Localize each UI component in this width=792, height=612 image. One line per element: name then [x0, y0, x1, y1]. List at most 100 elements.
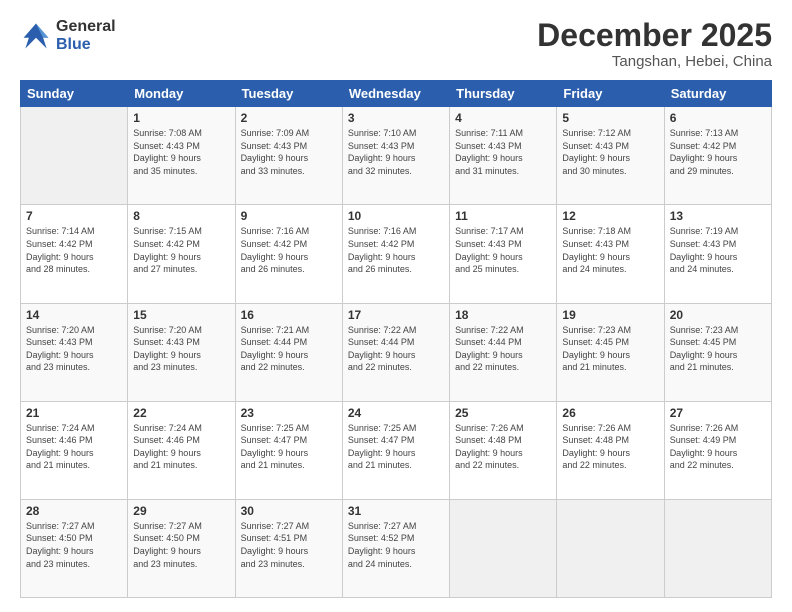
day-number: 14: [26, 308, 122, 322]
calendar-cell: 11 Sunrise: 7:17 AMSunset: 4:43 PMDayligh…: [450, 205, 557, 303]
calendar-cell: 5 Sunrise: 7:12 AMSunset: 4:43 PMDaylight…: [557, 107, 664, 205]
week-row-4: 28 Sunrise: 7:27 AMSunset: 4:50 PMDayligh…: [21, 499, 772, 597]
logo-text: General Blue: [56, 18, 116, 53]
cell-info: Sunrise: 7:21 AMSunset: 4:44 PMDaylight:…: [241, 324, 337, 374]
calendar-cell: 29 Sunrise: 7:27 AMSunset: 4:50 PMDayligh…: [128, 499, 235, 597]
cell-info: Sunrise: 7:27 AMSunset: 4:50 PMDaylight:…: [133, 520, 229, 570]
calendar-cell: 16 Sunrise: 7:21 AMSunset: 4:44 PMDayligh…: [235, 303, 342, 401]
cell-info: Sunrise: 7:14 AMSunset: 4:42 PMDaylight:…: [26, 225, 122, 275]
main-title: December 2025: [537, 18, 772, 53]
subtitle: Tangshan, Hebei, China: [537, 53, 772, 70]
day-number: 5: [562, 111, 658, 125]
cell-info: Sunrise: 7:26 AMSunset: 4:48 PMDaylight:…: [455, 422, 551, 472]
logo-icon: [20, 20, 52, 52]
day-number: 16: [241, 308, 337, 322]
calendar-cell: 23Sunrise: 7:25 AMSunset: 4:47 PMDayligh…: [235, 401, 342, 499]
weekday-header-saturday: Saturday: [664, 81, 771, 107]
day-number: 28: [26, 504, 122, 518]
day-number: 4: [455, 111, 551, 125]
cell-info: Sunrise: 7:19 AMSunset: 4:43 PMDaylight:…: [670, 225, 766, 275]
day-number: 7: [26, 209, 122, 223]
day-number: 27: [670, 406, 766, 420]
cell-info: Sunrise: 7:20 AMSunset: 4:43 PMDaylight:…: [133, 324, 229, 374]
cell-info: Sunrise: 7:22 AMSunset: 4:44 PMDaylight:…: [455, 324, 551, 374]
calendar-cell: 8Sunrise: 7:15 AMSunset: 4:42 PMDaylight…: [128, 205, 235, 303]
cell-info: Sunrise: 7:22 AMSunset: 4:44 PMDaylight:…: [348, 324, 444, 374]
calendar-cell: 2Sunrise: 7:09 AMSunset: 4:43 PMDaylight…: [235, 107, 342, 205]
day-number: 20: [670, 308, 766, 322]
logo-general: General: [56, 18, 116, 36]
calendar-cell: 28Sunrise: 7:27 AMSunset: 4:50 PMDayligh…: [21, 499, 128, 597]
cell-info: Sunrise: 7:11 AMSunset: 4:43 PMDaylight:…: [455, 127, 551, 177]
day-number: 24: [348, 406, 444, 420]
day-number: 13: [670, 209, 766, 223]
cell-info: Sunrise: 7:16 AMSunset: 4:42 PMDaylight:…: [348, 225, 444, 275]
header: General Blue December 2025 Tangshan, Heb…: [20, 18, 772, 70]
calendar-cell: 6Sunrise: 7:13 AMSunset: 4:42 PMDaylight…: [664, 107, 771, 205]
cell-info: Sunrise: 7:26 AMSunset: 4:49 PMDaylight:…: [670, 422, 766, 472]
calendar-cell: 7 Sunrise: 7:14 AMSunset: 4:42 PMDaylight…: [21, 205, 128, 303]
day-number: 10: [348, 209, 444, 223]
cell-info: Sunrise: 7:08 AMSunset: 4:43 PMDaylight:…: [133, 127, 229, 177]
day-number: 3: [348, 111, 444, 125]
cell-info: Sunrise: 7:27 AMSunset: 4:52 PMDaylight:…: [348, 520, 444, 570]
calendar-table: SundayMondayTuesdayWednesdayThursdayFrid…: [20, 80, 772, 598]
weekday-header-tuesday: Tuesday: [235, 81, 342, 107]
day-number: 21: [26, 406, 122, 420]
calendar-cell: 9 Sunrise: 7:16 AMSunset: 4:42 PMDaylight…: [235, 205, 342, 303]
cell-info: Sunrise: 7:10 AMSunset: 4:43 PMDaylight:…: [348, 127, 444, 177]
page: General Blue December 2025 Tangshan, Heb…: [0, 0, 792, 612]
calendar-cell: 3 Sunrise: 7:10 AMSunset: 4:43 PMDaylight…: [342, 107, 449, 205]
cell-info: Sunrise: 7:12 AMSunset: 4:43 PMDaylight:…: [562, 127, 658, 177]
calendar-cell: 4 Sunrise: 7:11 AMSunset: 4:43 PMDaylight…: [450, 107, 557, 205]
logo: General Blue: [20, 18, 116, 53]
calendar-cell: 22Sunrise: 7:24 AMSunset: 4:46 PMDayligh…: [128, 401, 235, 499]
cell-info: Sunrise: 7:13 AMSunset: 4:42 PMDaylight:…: [670, 127, 766, 177]
day-number: 17: [348, 308, 444, 322]
calendar-cell: 27 Sunrise: 7:26 AMSunset: 4:49 PMDayligh…: [664, 401, 771, 499]
calendar-cell: 19 Sunrise: 7:23 AMSunset: 4:45 PMDayligh…: [557, 303, 664, 401]
cell-info: Sunrise: 7:17 AMSunset: 4:43 PMDaylight:…: [455, 225, 551, 275]
day-number: 19: [562, 308, 658, 322]
day-number: 29: [133, 504, 229, 518]
week-row-0: 1 Sunrise: 7:08 AMSunset: 4:43 PMDaylight…: [21, 107, 772, 205]
logo-blue-text: Blue: [56, 36, 116, 54]
calendar-cell: 12 Sunrise: 7:18 AMSunset: 4:43 PMDayligh…: [557, 205, 664, 303]
calendar-cell: 31 Sunrise: 7:27 AMSunset: 4:52 PMDayligh…: [342, 499, 449, 597]
weekday-header-thursday: Thursday: [450, 81, 557, 107]
cell-info: Sunrise: 7:15 AMSunset: 4:42 PMDaylight:…: [133, 225, 229, 275]
title-block: December 2025 Tangshan, Hebei, China: [537, 18, 772, 70]
cell-info: Sunrise: 7:16 AMSunset: 4:42 PMDaylight:…: [241, 225, 337, 275]
calendar-cell: 20 Sunrise: 7:23 AMSunset: 4:45 PMDayligh…: [664, 303, 771, 401]
calendar-cell: 26 Sunrise: 7:26 AMSunset: 4:48 PMDayligh…: [557, 401, 664, 499]
cell-info: Sunrise: 7:09 AMSunset: 4:43 PMDaylight:…: [241, 127, 337, 177]
day-number: 22: [133, 406, 229, 420]
weekday-header-friday: Friday: [557, 81, 664, 107]
weekday-header-monday: Monday: [128, 81, 235, 107]
calendar-cell: 10 Sunrise: 7:16 AMSunset: 4:42 PMDayligh…: [342, 205, 449, 303]
calendar-cell: [557, 499, 664, 597]
cell-info: Sunrise: 7:25 AMSunset: 4:47 PMDaylight:…: [241, 422, 337, 472]
day-number: 9: [241, 209, 337, 223]
weekday-header-wednesday: Wednesday: [342, 81, 449, 107]
calendar-cell: 17 Sunrise: 7:22 AMSunset: 4:44 PMDayligh…: [342, 303, 449, 401]
day-number: 26: [562, 406, 658, 420]
day-number: 11: [455, 209, 551, 223]
calendar-cell: 21 Sunrise: 7:24 AMSunset: 4:46 PMDayligh…: [21, 401, 128, 499]
calendar-cell: [21, 107, 128, 205]
cell-info: Sunrise: 7:23 AMSunset: 4:45 PMDaylight:…: [670, 324, 766, 374]
week-row-2: 14 Sunrise: 7:20 AMSunset: 4:43 PMDayligh…: [21, 303, 772, 401]
calendar-cell: 24Sunrise: 7:25 AMSunset: 4:47 PMDayligh…: [342, 401, 449, 499]
day-number: 30: [241, 504, 337, 518]
cell-info: Sunrise: 7:26 AMSunset: 4:48 PMDaylight:…: [562, 422, 658, 472]
day-number: 31: [348, 504, 444, 518]
day-number: 18: [455, 308, 551, 322]
day-number: 25: [455, 406, 551, 420]
day-number: 12: [562, 209, 658, 223]
calendar-cell: 14Sunrise: 7:20 AMSunset: 4:43 PMDayligh…: [21, 303, 128, 401]
cell-info: Sunrise: 7:24 AMSunset: 4:46 PMDaylight:…: [26, 422, 122, 472]
calendar-cell: 25 Sunrise: 7:26 AMSunset: 4:48 PMDayligh…: [450, 401, 557, 499]
day-number: 1: [133, 111, 229, 125]
cell-info: Sunrise: 7:23 AMSunset: 4:45 PMDaylight:…: [562, 324, 658, 374]
cell-info: Sunrise: 7:18 AMSunset: 4:43 PMDaylight:…: [562, 225, 658, 275]
